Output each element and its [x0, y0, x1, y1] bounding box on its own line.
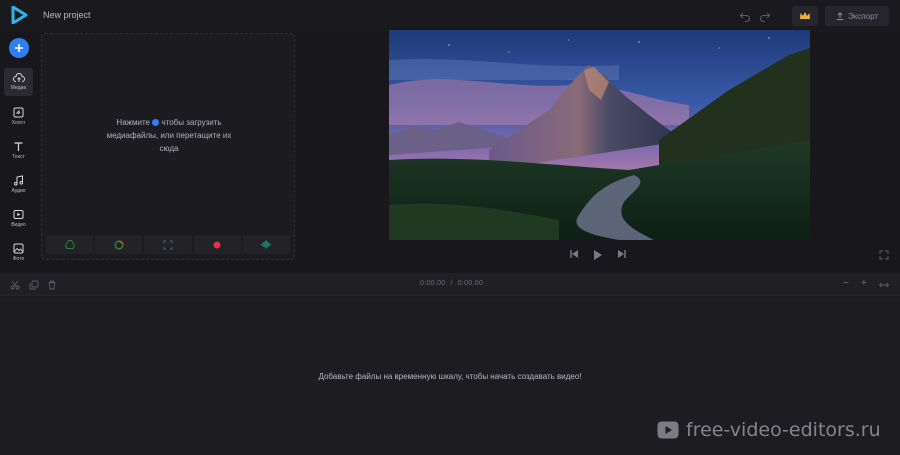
scissors-icon[interactable]: [10, 280, 20, 290]
google-photos-button[interactable]: [95, 235, 143, 254]
sidebar-item-video[interactable]: Видео: [4, 204, 33, 232]
plus-icon: [15, 44, 23, 52]
media-drop-zone[interactable]: Нажмите чтобы загрузить медиафайлы, или …: [41, 33, 295, 260]
google-drive-icon: [64, 240, 75, 249]
sidebar-item-audio[interactable]: Аудио: [4, 170, 33, 198]
google-photos-icon: [114, 239, 124, 250]
sidebar-item-text[interactable]: Текст: [4, 136, 33, 164]
app-logo-icon[interactable]: [10, 6, 28, 24]
timeline-toolbar: 0:00.00 / 0:00.00 − +: [0, 273, 900, 296]
redo-icon[interactable]: [759, 10, 771, 22]
video-preview[interactable]: [389, 30, 810, 240]
sidebar-item-label: Медиа: [10, 85, 27, 91]
screen-record-icon: [163, 240, 173, 249]
drop-hint-part1: Нажмите: [116, 118, 150, 127]
zoom-in-button[interactable]: +: [861, 278, 867, 289]
canvas-icon: [13, 107, 24, 117]
youtube-icon: [657, 421, 679, 439]
voice-record-button[interactable]: [242, 235, 291, 254]
export-button[interactable]: Экспорт: [825, 6, 889, 26]
top-bar: New project Экспорт: [0, 0, 900, 32]
zoom-out-button[interactable]: −: [843, 278, 849, 289]
screen-record-button[interactable]: [144, 235, 192, 254]
watermark: free-video-editors.ru: [657, 419, 881, 441]
fullscreen-icon[interactable]: [879, 250, 889, 260]
fit-timeline-icon[interactable]: [879, 280, 889, 290]
playback-controls: [569, 249, 627, 261]
timeline-empty-message: Добавьте файлы на временную шкалу, чтобы…: [318, 372, 582, 381]
add-button[interactable]: [9, 38, 29, 58]
crown-icon: [800, 12, 810, 19]
sidebar-item-canvas[interactable]: Холст: [4, 102, 33, 130]
upload-icon: [836, 12, 843, 20]
voice-record-icon: [261, 240, 271, 249]
sidebar-item-photo[interactable]: Фото: [4, 238, 33, 266]
timecode: 0:00.00 / 0:00.00: [420, 280, 483, 287]
sidebar-item-label: Видео: [11, 221, 26, 228]
undo-icon[interactable]: [739, 10, 751, 22]
time-separator: /: [450, 280, 453, 287]
source-bar: [46, 235, 291, 254]
webcam-record-icon: [213, 241, 221, 248]
timeline-area[interactable]: Добавьте файлы на временную шкалу, чтобы…: [0, 297, 900, 455]
watermark-text: free-video-editors.ru: [686, 419, 881, 441]
play-icon[interactable]: [593, 249, 603, 261]
upload-dot-icon[interactable]: [152, 119, 160, 126]
sidebar-item-media[interactable]: Медиа: [4, 68, 33, 96]
premium-button[interactable]: [792, 6, 818, 26]
cloud-upload-icon: [12, 73, 25, 82]
export-label: Экспорт: [847, 11, 879, 21]
music-note-icon: [14, 174, 24, 185]
photo-icon: [13, 243, 24, 253]
sidebar-item-label: Холст: [11, 119, 26, 126]
trash-icon[interactable]: [47, 280, 57, 290]
video-icon: [13, 209, 24, 219]
sidebar-item-label: Фото: [12, 255, 25, 262]
project-title[interactable]: New project: [43, 10, 91, 20]
skip-forward-icon[interactable]: [617, 249, 627, 259]
sidebar-item-label: Текст: [12, 153, 25, 160]
sidebar-item-label: Аудио: [11, 187, 26, 194]
total-time: 0:00.00: [457, 280, 484, 287]
duplicate-icon[interactable]: [29, 280, 39, 290]
webcam-record-button[interactable]: [193, 235, 241, 254]
current-time: 0:00.00: [420, 280, 446, 287]
drop-hint: Нажмите чтобы загрузить медиафайлы, или …: [42, 116, 296, 155]
google-drive-button[interactable]: [46, 235, 94, 254]
skip-back-icon[interactable]: [569, 249, 579, 259]
text-icon: [14, 141, 23, 151]
